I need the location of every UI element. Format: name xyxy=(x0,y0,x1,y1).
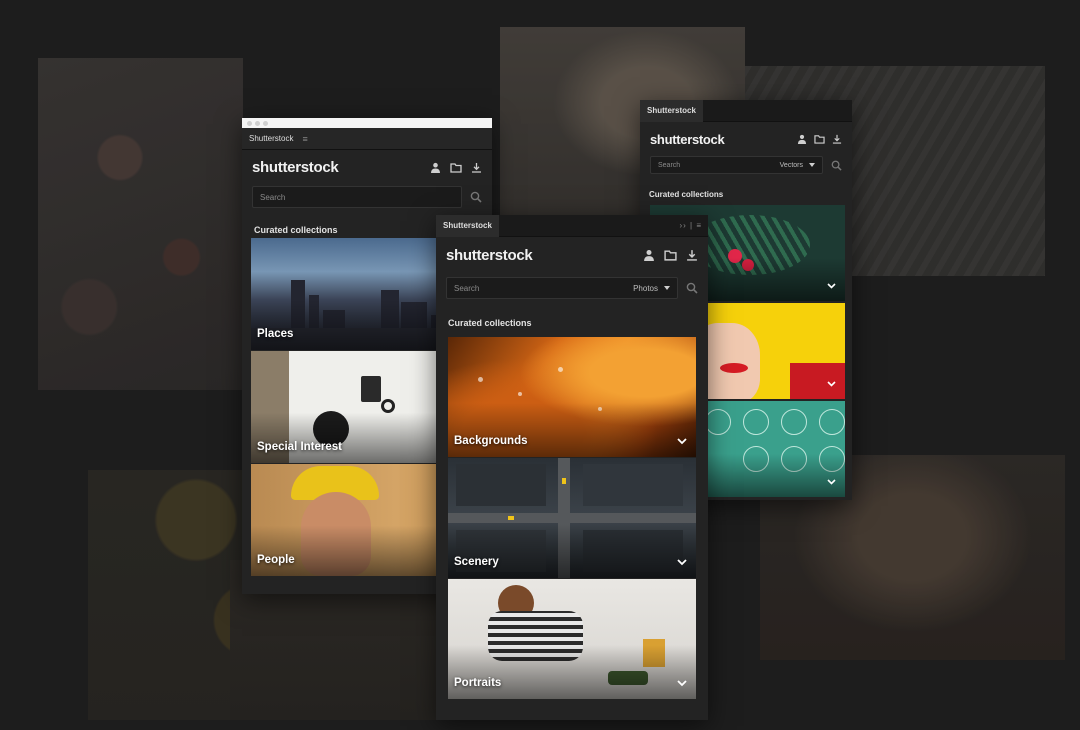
collection-label: People xyxy=(257,554,295,566)
media-type-dropdown[interactable]: Photos xyxy=(633,284,670,293)
chevron-down-icon[interactable] xyxy=(827,381,836,387)
panel-tab[interactable]: Shutterstock xyxy=(436,215,499,237)
chevron-down-icon[interactable] xyxy=(677,559,687,566)
collection-card-scenery[interactable]: Scenery xyxy=(448,458,696,578)
search-placeholder: Search xyxy=(658,161,681,169)
shutterstock-logo: shutterstock xyxy=(650,131,725,147)
panel-menu-icon[interactable]: ›› | ≡ xyxy=(679,221,708,230)
media-type-value: Photos xyxy=(633,283,658,293)
panel-tabbar: Shutterstock ›› | ≡ xyxy=(436,215,708,237)
collection-label: Backgrounds xyxy=(454,435,528,447)
chevron-down-icon[interactable] xyxy=(827,479,836,485)
panel-tabbar: Shutterstock ≡ xyxy=(242,128,492,150)
search-icon[interactable] xyxy=(686,282,698,294)
search-icon[interactable] xyxy=(470,191,482,203)
search-placeholder: Search xyxy=(260,192,286,202)
panel-header: shutterstock xyxy=(242,150,492,184)
panel-header: shutterstock xyxy=(436,237,708,273)
search-input[interactable]: Search Photos xyxy=(446,277,678,299)
folder-icon[interactable] xyxy=(450,162,462,173)
chevron-down-icon[interactable] xyxy=(677,680,687,687)
shutterstock-logo: shutterstock xyxy=(252,158,339,176)
user-icon[interactable] xyxy=(643,249,655,261)
collection-label: Portraits xyxy=(454,677,502,689)
chevron-down-icon xyxy=(664,286,670,290)
collection-label: Places xyxy=(257,328,294,340)
collection-card-portraits[interactable]: Portraits xyxy=(448,579,696,699)
collection-label: Special Interest xyxy=(257,441,343,453)
search-input[interactable]: Search Vectors xyxy=(650,156,823,174)
chevron-down-icon xyxy=(809,163,815,167)
chevron-down-icon[interactable] xyxy=(677,438,687,445)
media-type-value: Vectors xyxy=(779,161,803,169)
menu-icon[interactable]: ≡ xyxy=(302,134,307,144)
search-placeholder: Search xyxy=(454,283,480,293)
section-title: Curated collections xyxy=(649,190,724,199)
background-photo-berries xyxy=(38,58,243,390)
user-icon[interactable] xyxy=(430,162,441,173)
user-icon[interactable] xyxy=(797,134,807,144)
panel-tab[interactable]: Shutterstock xyxy=(640,100,703,122)
download-icon[interactable] xyxy=(832,134,842,144)
section-title: Curated collections xyxy=(448,318,532,328)
window-titlebar xyxy=(242,118,492,128)
folder-icon[interactable] xyxy=(814,134,825,144)
shutterstock-panel-center: Shutterstock ›› | ≡ shutterstock Search … xyxy=(436,215,708,720)
shutterstock-logo: shutterstock xyxy=(446,246,533,264)
download-icon[interactable] xyxy=(471,162,482,173)
panel-tab[interactable]: Shutterstock xyxy=(242,128,300,150)
panel-header: shutterstock xyxy=(640,122,852,156)
search-input[interactable]: Search xyxy=(252,186,462,208)
search-icon[interactable] xyxy=(831,160,842,171)
folder-icon[interactable] xyxy=(664,249,677,261)
search-row: Search Photos xyxy=(436,277,708,299)
chevron-down-icon[interactable] xyxy=(827,283,836,289)
download-icon[interactable] xyxy=(686,249,698,261)
media-type-dropdown[interactable]: Vectors xyxy=(780,162,815,169)
panel-tabbar: Shutterstock xyxy=(640,100,852,122)
collection-label: Scenery xyxy=(454,556,499,568)
search-row: Search xyxy=(242,186,492,208)
search-row: Search Vectors xyxy=(640,156,852,174)
collection-card-backgrounds[interactable]: Backgrounds xyxy=(448,337,696,457)
